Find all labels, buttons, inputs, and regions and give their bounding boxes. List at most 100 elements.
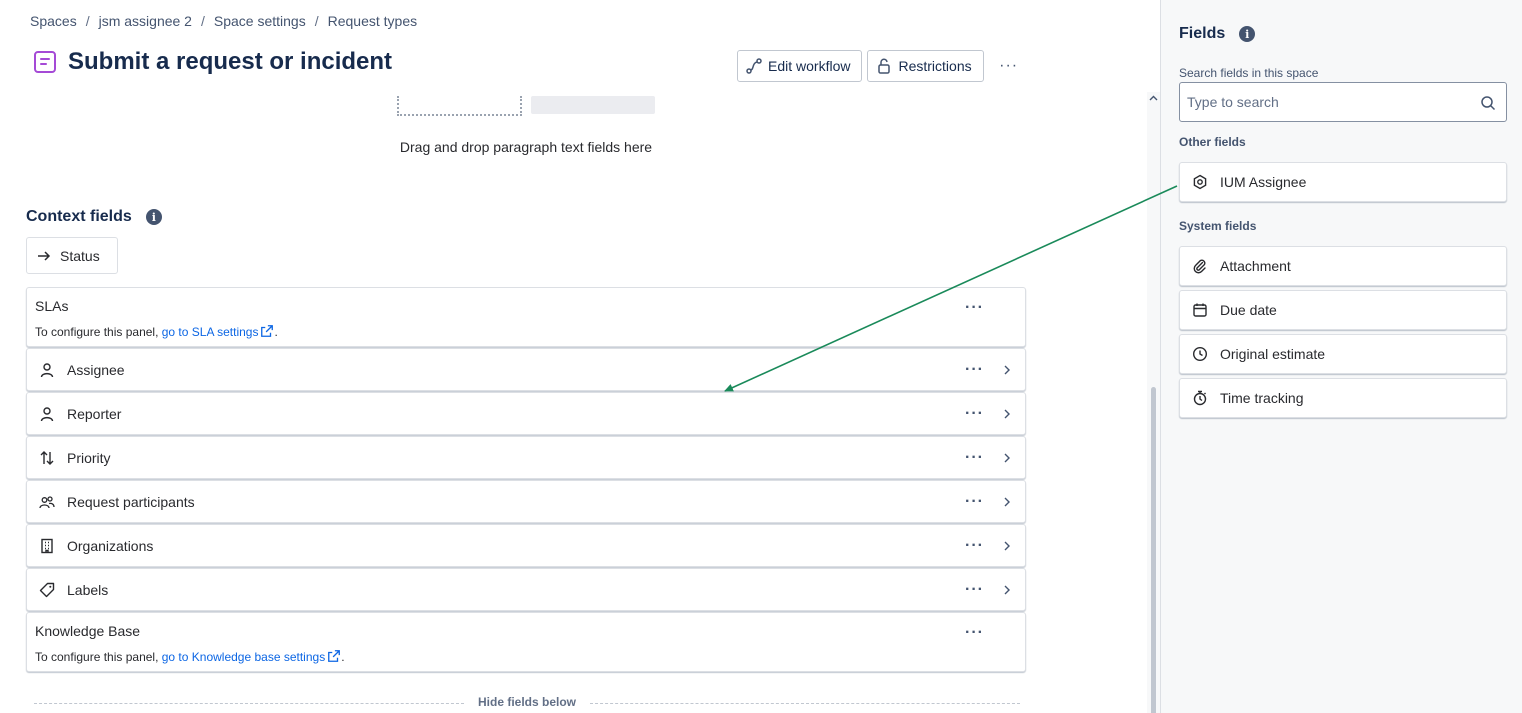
breadcrumb-separator: / [314,13,319,29]
kb-desc-text: To configure this panel, [35,650,162,664]
context-fields-title: Context fields [26,208,132,225]
kb-desc-suffix: . [341,650,345,664]
kb-description: To configure this panel, go to Knowledge… [35,649,345,664]
more-options-icon[interactable]: ··· [965,581,984,598]
chevron-right-icon[interactable] [1001,540,1013,552]
field-label: Request participants [67,493,195,510]
field-label: Reporter [67,405,122,422]
scrollbar-thumb[interactable] [1151,387,1156,713]
other-fields-heading: Other fields [1179,135,1246,149]
field-item-label: IUM Assignee [1220,174,1307,190]
breadcrumb-space-settings[interactable]: Space settings [214,13,306,29]
more-options-icon[interactable]: ··· [965,625,984,641]
chevron-right-icon[interactable] [1001,496,1013,508]
field-item-label: Time tracking [1220,390,1304,406]
fields-heading: Fields i [1179,25,1256,43]
external-link-icon [328,650,341,662]
search-input[interactable] [1180,83,1470,121]
building-icon [39,538,55,554]
sla-panel[interactable]: SLAs ··· To configure this panel, go to … [26,287,1026,347]
external-link-icon [261,325,274,337]
field-item-time-tracking[interactable]: Time tracking [1179,378,1507,418]
sla-settings-link[interactable]: go to SLA settings [162,325,259,339]
field-row-organizations[interactable]: Organizations ··· [26,524,1026,567]
kb-settings-link[interactable]: go to Knowledge base settings [162,650,325,664]
field-item-label: Attachment [1220,258,1291,274]
field-item-label: Original estimate [1220,346,1326,362]
field-row-priority[interactable]: Priority ··· [26,436,1026,479]
breadcrumb-separator: / [85,13,90,29]
chevron-right-icon[interactable] [1001,408,1013,420]
restrictions-label: Restrictions [898,58,972,74]
field-label: Organizations [67,537,154,554]
more-options-icon[interactable]: ··· [965,405,984,422]
more-options-icon[interactable]: ··· [965,449,984,466]
status-field-button[interactable]: Status [26,237,118,274]
header-actions: Edit workflow Restrictions ··· [737,50,1024,82]
fields-title: Fields [1179,25,1226,42]
priority-icon [39,450,55,466]
search-box [1179,82,1507,122]
field-row-assignee[interactable]: Assignee ··· [26,348,1026,391]
sla-label: SLAs [35,298,69,314]
edit-workflow-button[interactable]: Edit workflow [737,50,863,82]
status-label: Status [60,247,100,264]
stopwatch-icon [1192,390,1208,406]
field-item-due-date[interactable]: Due date [1179,290,1507,330]
restrictions-button[interactable]: Restrictions [867,50,984,82]
breadcrumb-separator: / [200,13,205,29]
context-fields-heading: Context fields i [26,208,162,226]
knowledge-base-panel[interactable]: Knowledge Base ··· To configure this pan… [26,612,1026,672]
field-item-attachment[interactable]: Attachment [1179,246,1507,286]
breadcrumb-space[interactable]: jsm assignee 2 [99,13,192,29]
field-row-labels[interactable]: Labels ··· [26,568,1026,611]
unlock-icon [878,58,891,74]
request-type-icon [34,51,56,73]
kb-label: Knowledge Base [35,623,141,639]
more-options-icon[interactable]: ··· [965,361,984,378]
breadcrumb-spaces[interactable]: Spaces [30,13,77,29]
tag-icon [39,582,55,598]
main-content: Spaces / jsm assignee 2 / Space settings… [0,0,1160,713]
drop-zone-skeleton [531,96,655,114]
more-options-icon[interactable]: ··· [965,300,984,316]
sla-desc-suffix: . [274,325,278,339]
people-icon [39,494,55,510]
context-fields-list: SLAs ··· To configure this panel, go to … [26,287,1026,672]
page-title: Submit a request or incident [68,48,393,75]
chevron-right-icon[interactable] [1001,364,1013,376]
field-label: Priority [67,449,111,466]
field-label: Labels [67,581,109,598]
workflow-icon [746,58,762,74]
hide-fields-below-divider: Hide fields below [34,695,1020,709]
more-options-icon[interactable]: ··· [965,493,984,510]
field-item-ium-assignee[interactable]: IUM Assignee [1179,162,1507,202]
title-row: Submit a request or incident [34,48,392,76]
search-label: Search fields in this space [1179,66,1319,80]
chevron-right-icon[interactable] [1001,584,1013,596]
person-icon [39,362,55,378]
drop-zone-placeholder [397,96,522,116]
calendar-icon [1192,302,1208,318]
sla-description: To configure this panel, go to SLA setti… [35,324,278,339]
chevron-right-icon[interactable] [1001,452,1013,464]
breadcrumb-request-types[interactable]: Request types [328,13,418,29]
sla-desc-text: To configure this panel, [35,325,162,339]
field-row-reporter[interactable]: Reporter ··· [26,392,1026,435]
field-row-request-participants[interactable]: Request participants ··· [26,480,1026,523]
form-scroll-area: Drag and drop paragraph text fields here… [0,92,1146,713]
search-icon [1481,96,1496,111]
scrollbar[interactable] [1147,92,1160,713]
hexagon-icon [1192,174,1208,190]
field-item-original-estimate[interactable]: Original estimate [1179,334,1507,374]
info-icon[interactable]: i [145,209,162,225]
person-icon [39,406,55,422]
breadcrumb: Spaces / jsm assignee 2 / Space settings… [30,13,417,29]
system-fields-heading: System fields [1179,219,1257,233]
edit-workflow-label: Edit workflow [768,58,851,74]
more-actions-button[interactable]: ··· [994,51,1024,81]
info-icon[interactable]: i [1239,26,1256,42]
drop-zone-text: Drag and drop paragraph text fields here [399,139,653,155]
more-options-icon[interactable]: ··· [965,537,984,554]
scroll-up-icon[interactable] [1149,94,1158,103]
